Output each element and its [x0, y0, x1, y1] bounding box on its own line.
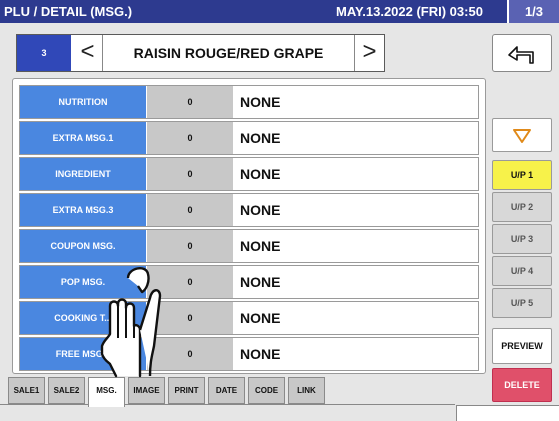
- message-row: COOKING T... 0 NONE: [19, 301, 479, 335]
- preview-button[interactable]: PREVIEW: [492, 328, 552, 364]
- message-type-button[interactable]: EXTRA MSG.3: [20, 194, 146, 226]
- page-indicator: 1/3: [507, 0, 559, 23]
- back-button[interactable]: [492, 34, 552, 72]
- message-value: NONE: [240, 94, 281, 110]
- message-value: NONE: [240, 166, 281, 182]
- message-panel: NUTRITION 0 NONE EXTRA MSG.1 0 NONE INGREDIENT…: [12, 78, 486, 374]
- prev-plu-button[interactable]: <: [73, 35, 103, 71]
- message-value: NONE: [240, 274, 281, 290]
- down-triangle-icon: [513, 129, 531, 143]
- message-value: NONE: [240, 346, 281, 362]
- message-value: NONE: [240, 202, 281, 218]
- message-type-button[interactable]: COOKING T...: [20, 302, 146, 334]
- window-title: PLU / DETAIL (MSG.): [4, 4, 133, 19]
- message-row: POP MSG. 0 NONE: [19, 265, 479, 299]
- message-number-field[interactable]: 0: [147, 194, 233, 226]
- title-bar: PLU / DETAIL (MSG.) MAY.13.2022 (FRI) 03…: [0, 0, 559, 23]
- message-row: NUTRITION 0 NONE: [19, 85, 479, 119]
- tab-code[interactable]: CODE: [248, 377, 285, 404]
- message-number-field[interactable]: 0: [147, 158, 233, 190]
- message-number-field[interactable]: 0: [147, 266, 233, 298]
- tab-msg[interactable]: MSG.: [88, 377, 125, 407]
- message-number-field[interactable]: 0: [147, 338, 233, 370]
- status-box: [456, 405, 559, 421]
- delete-button[interactable]: DELETE: [492, 368, 552, 402]
- message-type-button[interactable]: FREE MSG.1: [20, 338, 146, 370]
- message-type-button[interactable]: EXTRA MSG.1: [20, 122, 146, 154]
- plu-selector: 3 < RAISIN ROUGE/RED GRAPE >: [16, 34, 385, 72]
- message-number-field[interactable]: 0: [147, 122, 233, 154]
- up-page-button[interactable]: U/P 5: [492, 288, 552, 318]
- plu-number[interactable]: 3: [17, 35, 71, 71]
- message-number-field[interactable]: 0: [147, 86, 233, 118]
- up-page-button[interactable]: U/P 4: [492, 256, 552, 286]
- scroll-down-button[interactable]: [492, 118, 552, 152]
- message-type-button[interactable]: NUTRITION: [20, 86, 146, 118]
- message-row: EXTRA MSG.1 0 NONE: [19, 121, 479, 155]
- tab-sale1[interactable]: SALE1: [8, 377, 45, 404]
- message-row: COUPON MSG. 0 NONE: [19, 229, 479, 263]
- message-row: INGREDIENT 0 NONE: [19, 157, 479, 191]
- plu-name: RAISIN ROUGE/RED GRAPE: [133, 45, 324, 61]
- message-type-button[interactable]: COUPON MSG.: [20, 230, 146, 262]
- message-row: FREE MSG.1 0 NONE: [19, 337, 479, 371]
- tab-date[interactable]: DATE: [208, 377, 245, 404]
- message-row: EXTRA MSG.3 0 NONE: [19, 193, 479, 227]
- message-value: NONE: [240, 310, 281, 326]
- tab-image[interactable]: IMAGE: [128, 377, 165, 404]
- datetime: MAY.13.2022 (FRI) 03:50: [336, 4, 483, 19]
- tab-sale2[interactable]: SALE2: [48, 377, 85, 404]
- tab-print[interactable]: PRINT: [168, 377, 205, 404]
- message-number-field[interactable]: 0: [147, 230, 233, 262]
- message-number-field[interactable]: 0: [147, 302, 233, 334]
- back-arrow-icon: [508, 46, 534, 64]
- up-page-button[interactable]: U/P 1: [492, 160, 552, 190]
- message-type-button[interactable]: POP MSG.: [20, 266, 146, 298]
- tab-baseline: [0, 404, 455, 405]
- up-page-button[interactable]: U/P 3: [492, 224, 552, 254]
- next-plu-button[interactable]: >: [354, 35, 384, 71]
- message-type-button[interactable]: INGREDIENT: [20, 158, 146, 190]
- message-value: NONE: [240, 130, 281, 146]
- tab-link[interactable]: LINK: [288, 377, 325, 404]
- message-value: NONE: [240, 238, 281, 254]
- up-page-button[interactable]: U/P 2: [492, 192, 552, 222]
